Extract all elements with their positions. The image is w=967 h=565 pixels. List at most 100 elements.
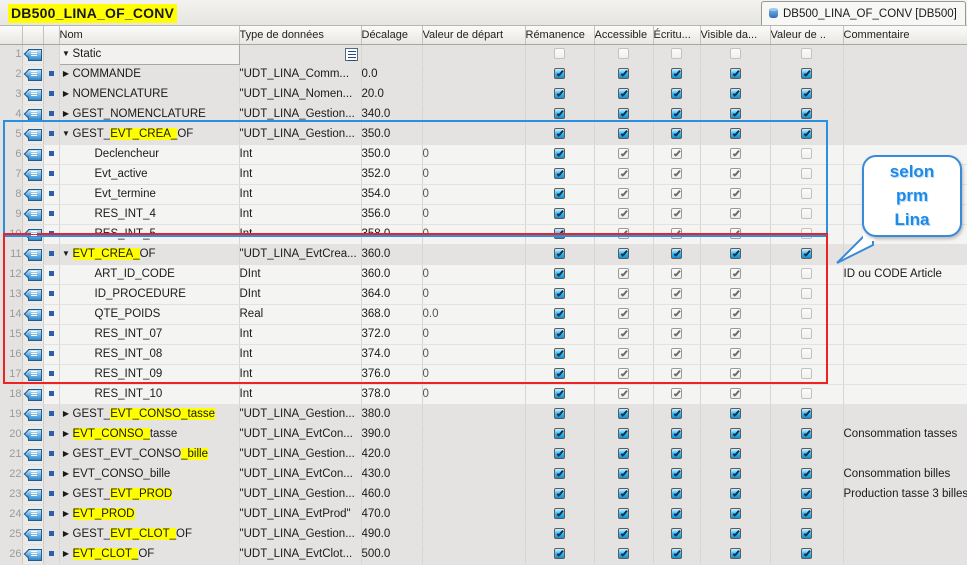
checkbox-accessible[interactable]: [618, 228, 629, 240]
cell-checkbox-visible[interactable]: [700, 324, 771, 345]
checkbox-writable[interactable]: [671, 148, 682, 160]
cell-valeur-de-depart[interactable]: [422, 104, 526, 125]
cell-commentaire[interactable]: [843, 44, 967, 65]
checkbox-remanence[interactable]: [554, 508, 565, 520]
checkbox-setpoint[interactable]: [801, 388, 812, 400]
table-row[interactable]: 15 RES_INT_07 Int 372.0 0: [0, 324, 967, 345]
cell-valeur-de-depart[interactable]: 0: [422, 264, 526, 285]
checkbox-setpoint[interactable]: [801, 408, 812, 420]
checkbox-visible[interactable]: [729, 328, 741, 340]
table-row[interactable]: 9 RES_INT_4 Int 356.0 0: [0, 204, 967, 225]
checkbox-accessible[interactable]: [618, 408, 629, 420]
checkbox-accessible[interactable]: [618, 208, 629, 220]
cell-nom[interactable]: Declencheur: [59, 144, 240, 165]
cell-checkbox-accessible[interactable]: [594, 304, 654, 325]
cell-checkbox-remanence[interactable]: [525, 504, 595, 525]
checkbox-writable[interactable]: [671, 468, 682, 480]
cell-checkbox-writable[interactable]: [653, 424, 701, 445]
cell-nom[interactable]: RES_INT_08: [59, 344, 240, 365]
cell-nom[interactable]: RES_INT_07: [59, 324, 240, 345]
cell-nom[interactable]: ▶ NOMENCLATURE: [59, 84, 240, 105]
cell-checkbox-setpoint[interactable]: [770, 384, 844, 405]
cell-checkbox-accessible[interactable]: [594, 64, 654, 85]
cell-checkbox-remanence[interactable]: [525, 244, 595, 265]
cell-checkbox-setpoint[interactable]: [770, 144, 844, 165]
checkbox-visible[interactable]: [729, 388, 741, 400]
cell-checkbox-setpoint[interactable]: [770, 324, 844, 345]
cell-checkbox-accessible[interactable]: [594, 144, 654, 165]
cell-checkbox-remanence[interactable]: [525, 44, 595, 65]
cell-checkbox-visible[interactable]: [700, 244, 771, 265]
cell-checkbox-visible[interactable]: [700, 344, 771, 365]
table-row[interactable]: 1 ▼ Static: [0, 43, 967, 65]
cell-checkbox-setpoint[interactable]: [770, 224, 844, 245]
cell-commentaire[interactable]: [843, 524, 967, 545]
cell-valeur-de-depart[interactable]: 0: [422, 224, 526, 245]
checkbox-writable[interactable]: [671, 108, 682, 120]
cell-checkbox-writable[interactable]: [653, 84, 701, 105]
col-header-comment[interactable]: Commentaire: [843, 26, 967, 45]
cell-type-de-donnees[interactable]: Int: [239, 384, 362, 405]
cell-checkbox-accessible[interactable]: [594, 384, 654, 405]
data-type-selector-icon[interactable]: [344, 47, 358, 61]
checkbox-accessible[interactable]: [618, 108, 629, 120]
cell-type-de-donnees[interactable]: "UDT_LINA_Gestion...: [239, 484, 362, 505]
cell-commentaire[interactable]: Consommation tasses: [843, 424, 967, 445]
checkbox-writable[interactable]: [671, 428, 682, 440]
cell-type-de-donnees[interactable]: DInt: [239, 284, 362, 305]
checkbox-setpoint[interactable]: [801, 228, 812, 240]
checkbox-setpoint[interactable]: [801, 128, 812, 140]
cell-checkbox-accessible[interactable]: [594, 164, 654, 185]
cell-checkbox-accessible[interactable]: [594, 124, 654, 145]
checkbox-visible[interactable]: [729, 448, 741, 460]
checkbox-accessible[interactable]: [618, 128, 629, 140]
checkbox-setpoint[interactable]: [801, 328, 812, 340]
checkbox-remanence[interactable]: [554, 188, 565, 200]
cell-commentaire[interactable]: [843, 444, 967, 465]
checkbox-writable[interactable]: [671, 448, 682, 460]
checkbox-setpoint[interactable]: [801, 208, 812, 220]
cell-checkbox-setpoint[interactable]: [770, 344, 844, 365]
cell-checkbox-remanence[interactable]: [525, 84, 595, 105]
cell-type-de-donnees[interactable]: Int: [239, 144, 362, 165]
checkbox-setpoint[interactable]: [801, 268, 812, 280]
cell-checkbox-setpoint[interactable]: [770, 184, 844, 205]
checkbox-accessible[interactable]: [618, 88, 629, 100]
checkbox-visible[interactable]: [729, 228, 741, 240]
chevron-right-icon[interactable]: ▶: [60, 410, 73, 418]
cell-commentaire[interactable]: [843, 344, 967, 365]
cell-checkbox-setpoint[interactable]: [770, 464, 844, 485]
cell-checkbox-visible[interactable]: [700, 164, 771, 185]
cell-checkbox-accessible[interactable]: [594, 544, 654, 565]
checkbox-writable[interactable]: [671, 308, 682, 320]
cell-commentaire[interactable]: [843, 544, 967, 565]
checkbox-visible[interactable]: [729, 128, 741, 140]
checkbox-remanence[interactable]: [554, 548, 565, 560]
checkbox-visible[interactable]: [729, 348, 741, 360]
checkbox-remanence[interactable]: [554, 348, 565, 360]
cell-nom[interactable]: ▶ COMMANDE: [59, 64, 240, 85]
col-header-dot[interactable]: [43, 26, 60, 45]
cell-nom[interactable]: ▶ EVT_CONSO_tasse: [59, 424, 240, 445]
cell-valeur-de-depart[interactable]: [422, 244, 526, 265]
cell-valeur-de-depart[interactable]: 0.0: [422, 304, 526, 325]
cell-nom[interactable]: ID_PROCEDURE: [59, 284, 240, 305]
checkbox-remanence[interactable]: [554, 68, 565, 80]
checkbox-remanence[interactable]: [554, 408, 565, 420]
cell-checkbox-visible[interactable]: [700, 124, 771, 145]
cell-type-de-donnees[interactable]: [239, 44, 362, 65]
cell-checkbox-writable[interactable]: [653, 364, 701, 385]
cell-checkbox-writable[interactable]: [653, 524, 701, 545]
cell-checkbox-writable[interactable]: [653, 304, 701, 325]
cell-commentaire[interactable]: Consommation billes: [843, 464, 967, 485]
table-row[interactable]: 4 ▶ GEST_NOMENCLATURE "UDT_LINA_Gestion... 3…: [0, 104, 967, 125]
cell-type-de-donnees[interactable]: Int: [239, 364, 362, 385]
checkbox-visible[interactable]: [729, 428, 741, 440]
table-row[interactable]: 23 ▶ GEST_EVT_PROD "UDT_LINA_Gestion... 460.…: [0, 484, 967, 505]
cell-checkbox-accessible[interactable]: [594, 504, 654, 525]
table-row[interactable]: 5 ▼ GEST_EVT_CREA_OF "UDT_LINA_Gestion... 35…: [0, 124, 967, 145]
checkbox-visible[interactable]: [729, 188, 741, 200]
checkbox-visible[interactable]: [729, 488, 741, 500]
col-header-icon[interactable]: [22, 26, 44, 45]
checkbox-visible[interactable]: [729, 208, 741, 220]
